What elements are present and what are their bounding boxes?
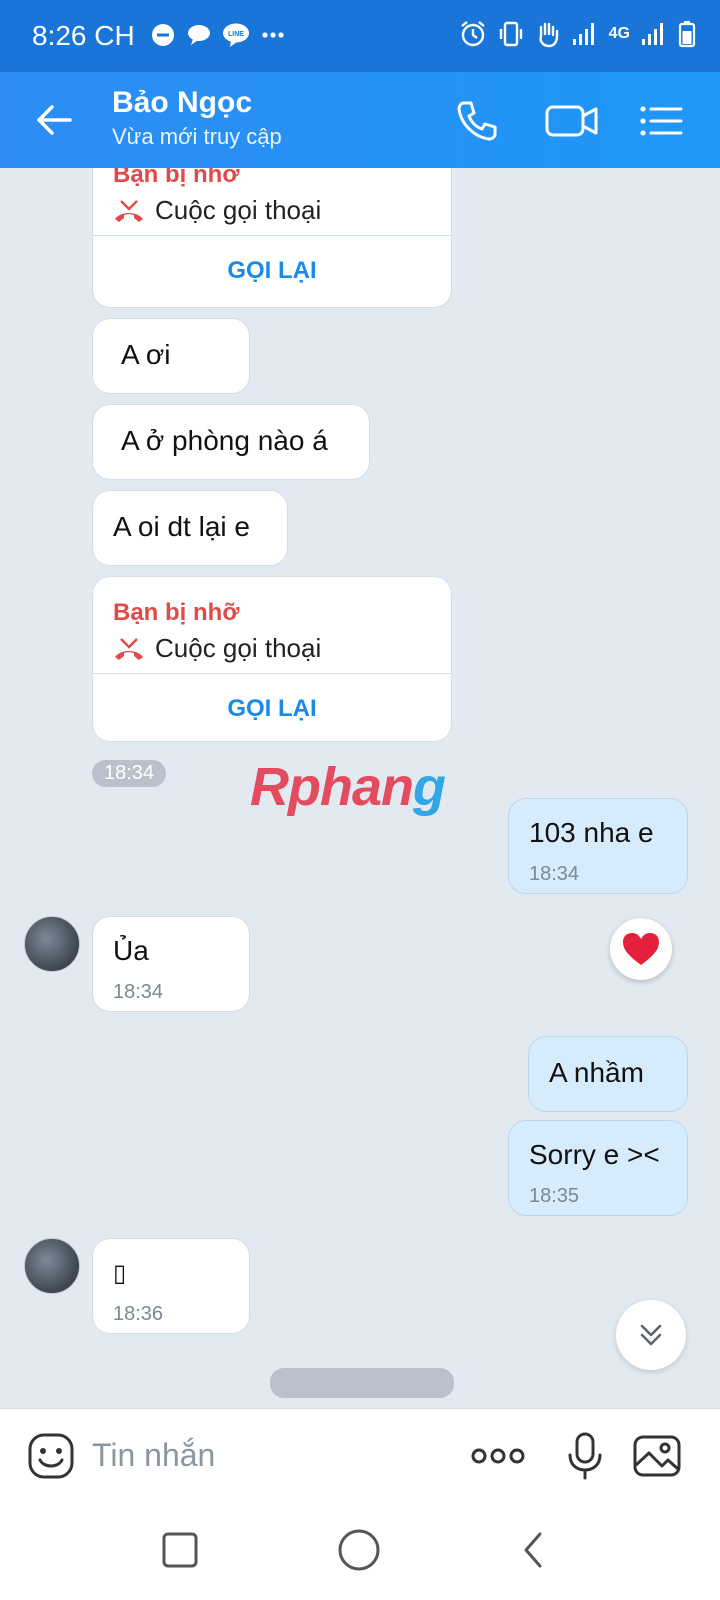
status-system-icons: 4G [459,20,696,48]
missed-call-card: Bạn bị nhỡ Cuộc gọi thoại GỌI LẠI [92,168,452,308]
call-type-label: Cuộc gọi thoại [155,195,322,225]
divider [93,673,451,674]
message-text: A nhầm [549,1057,644,1088]
more-notifications-icon [262,32,284,38]
chat-header: Bảo Ngọc Vừa mới truy cập [0,72,720,168]
back-arrow-icon[interactable] [30,96,78,144]
line-app-icon: LINE [223,23,249,47]
message-time: 18:35 [529,1185,580,1207]
message-bubble[interactable]: A ơi [92,318,250,394]
recall-button[interactable]: GỌI LẠI [93,695,451,723]
missed-call-label: Bạn bị nhỡ [113,168,240,188]
recall-button[interactable]: GỌI LẠI [93,257,451,285]
status-time: 8:26 CH [32,20,135,51]
divider [93,235,451,236]
double-chevron-down-icon [640,1324,662,1346]
message-bubble[interactable]: Ủa 18:34 [92,916,250,1012]
message-text: Ủa [113,935,149,966]
contact-name[interactable]: Bảo Ngọc [112,86,252,120]
call-type: Cuộc gọi thoại [113,633,321,664]
signal-1-icon [572,23,594,45]
menu-list-icon[interactable] [638,96,684,146]
signal-2-icon [642,23,663,45]
message-time: 18:36 [113,1303,164,1325]
svg-text:LINE: LINE [228,31,244,38]
hand-icon [539,22,558,48]
call-type-label: Cuộc gọi thoại [155,633,322,663]
sticker-emoji-icon[interactable] [26,1431,76,1481]
message-bubble[interactable]: A ở phòng nào á [92,404,370,480]
scroll-to-bottom-button[interactable] [616,1300,686,1370]
alarm-icon [460,21,485,47]
message-text: A oi dt lại e [113,511,250,542]
sent-message-bubble[interactable]: 103 nha e 18:34 [508,798,688,894]
chat-messages[interactable]: Bạn bị nhỡ Cuộc gọi thoại GỌI LẠI A ơi A… [0,168,720,1408]
contact-status: Vừa mới truy cập [112,124,282,149]
status-notification-icons: LINE [150,22,286,48]
message-text: 103 nha e [529,817,654,848]
message-time: 18:34 [529,863,580,885]
message-text: A ơi [121,339,171,370]
vibrate-icon [499,21,522,47]
battery-icon [678,21,696,48]
call-type: Cuộc gọi thoại [113,195,321,226]
chat-bubbles-icon [188,25,210,45]
missed-call-card: Bạn bị nhỡ Cuộc gọi thoại GỌI LẠI [92,576,452,742]
do-not-disturb-icon [152,24,174,46]
message-bubble[interactable]: A oi dt lại e [92,490,288,566]
contact-avatar[interactable] [24,916,80,972]
watermark-logo: Rphang [250,757,446,817]
microphone-icon[interactable] [560,1431,610,1481]
home-icon[interactable] [334,1525,384,1575]
network-type-label: 4G [608,25,630,42]
heart-icon [623,933,659,965]
video-call-icon[interactable] [544,96,600,146]
reaction-heart[interactable] [610,918,672,980]
message-text: Sorry e >< [529,1139,660,1170]
image-gallery-icon[interactable] [632,1431,682,1481]
message-text: ▯ [113,1260,127,1287]
missed-call-icon [115,199,143,222]
sent-message-bubble[interactable]: A nhầm [528,1036,688,1112]
more-options-icon[interactable] [470,1431,526,1481]
recent-apps-icon[interactable] [158,1528,202,1572]
message-bubble[interactable]: ▯ 18:36 [92,1238,250,1334]
status-bar: 8:26 CH LINE 4G [0,0,720,72]
sent-message-bubble[interactable]: Sorry e >< 18:35 [508,1120,688,1216]
message-composer [0,1408,720,1500]
back-nav-icon[interactable] [512,1528,556,1572]
contact-avatar[interactable] [24,1238,80,1294]
message-time-chip: 18:34 [92,760,167,787]
date-separator-chip [270,1368,454,1398]
phone-call-icon[interactable] [452,96,502,146]
missed-call-icon [115,637,143,660]
missed-call-label: Bạn bị nhỡ [113,599,240,626]
message-time: 18:34 [113,981,164,1003]
message-text: A ở phòng nào á [121,425,328,456]
system-navigation-bar [0,1500,720,1600]
message-input[interactable] [92,1429,432,1481]
